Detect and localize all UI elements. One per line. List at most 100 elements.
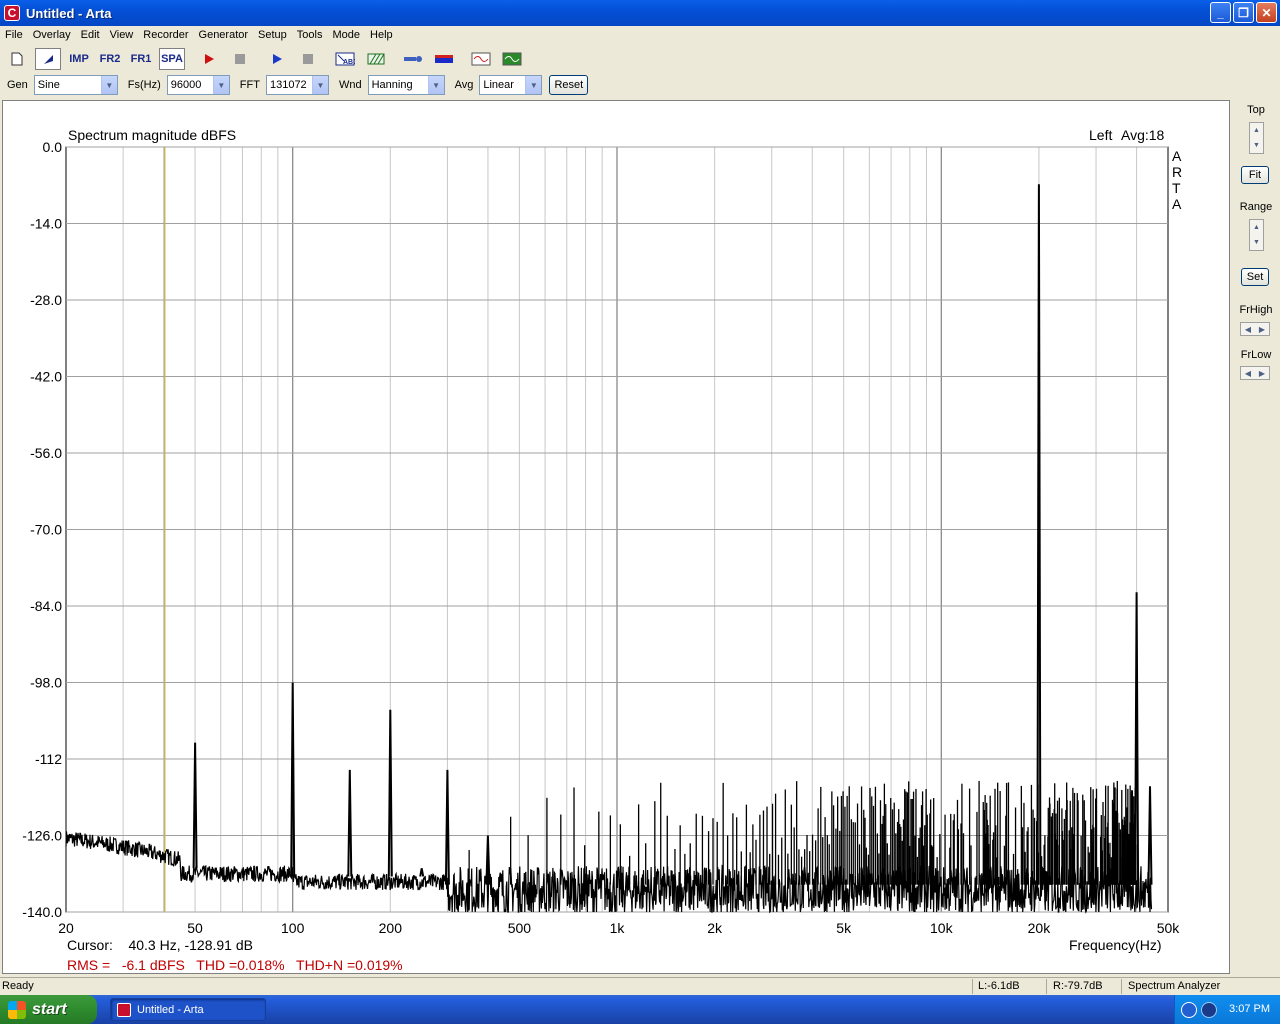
avg-select[interactable]: Linear ▼ <box>479 75 543 95</box>
y-tick-label: 0.0 <box>43 139 63 155</box>
menu-recorder[interactable]: Recorder <box>138 29 193 41</box>
toolbar: IMP FR2 FR1 SPA ABC <box>0 46 1280 72</box>
taskbar-item-arta[interactable]: Untitled - Arta <box>110 998 266 1021</box>
wnd-select[interactable]: Hanning ▼ <box>367 75 445 95</box>
gen-value: Sine <box>37 79 60 91</box>
menu-view[interactable]: View <box>105 29 139 41</box>
start-label: start <box>32 1000 67 1018</box>
spectrum-peak <box>1147 786 1153 885</box>
options-row: Gen Sine ▼ Fs(Hz) 96000 ▼ FFT 131072 ▼ W… <box>0 74 1280 96</box>
arta-icon <box>117 1002 131 1017</box>
y-tick-labels: 0.0 -14.0 -28.0 -42.0 -56.0 -70.0 -84.0 -98.0 -1… <box>22 139 62 920</box>
status-divider <box>972 979 973 994</box>
oscilloscope-red-icon[interactable] <box>468 48 494 70</box>
right-control-panel: Top ▲ ▼ Fit Range ▲ ▼ Set FrHigh ◀ ▶ FrLow … <box>1232 100 1280 974</box>
x-axis-label: Frequency(Hz) <box>1069 937 1162 953</box>
cursor-readout: Cursor: 40.3 Hz, -128.91 dB <box>67 937 253 953</box>
gen-select[interactable]: Sine ▼ <box>33 75 118 95</box>
chevron-right-icon[interactable]: ▶ <box>1259 325 1265 334</box>
fit-button[interactable]: Fit <box>1241 166 1269 184</box>
menu-generator[interactable]: Generator <box>194 29 254 41</box>
chevron-up-icon[interactable]: ▲ <box>1253 127 1260 134</box>
avg-value: Linear <box>483 79 514 91</box>
watermark-letter: A <box>1172 148 1182 164</box>
x-tick-labels: 20 50 100 200 500 1k 2k 5k 10k 20k 50k <box>58 920 1180 936</box>
menu-bar: File Overlay Edit View Recorder Generato… <box>0 26 1280 44</box>
reset-button[interactable]: Reset <box>549 75 589 95</box>
start-button[interactable]: start <box>0 995 97 1024</box>
fs-select[interactable]: 96000 ▼ <box>166 75 230 95</box>
menu-setup[interactable]: Setup <box>253 29 292 41</box>
generator-stop-icon[interactable] <box>295 48 321 70</box>
taskbar-clock: 3:07 PM <box>1229 1003 1270 1015</box>
range-spinner[interactable]: ▲ ▼ <box>1249 219 1264 251</box>
generator-play-icon[interactable] <box>264 48 290 70</box>
status-divider <box>1121 979 1122 994</box>
spectrum-chart-panel[interactable]: Spectrum magnitude dBFS Left Avg:18 A R … <box>2 100 1230 974</box>
x-tick-label: 200 <box>379 920 403 936</box>
frlow-spinner[interactable]: ◀ ▶ <box>1240 366 1270 380</box>
chevron-down-icon[interactable]: ▼ <box>1253 239 1260 246</box>
chart-title: Spectrum magnitude dBFS <box>68 127 236 143</box>
tray-app-icon[interactable] <box>1201 1002 1217 1018</box>
chevron-down-icon[interactable]: ▼ <box>311 76 328 94</box>
chevron-down-icon[interactable]: ▼ <box>100 76 117 94</box>
label-abc-icon[interactable]: ABC <box>332 48 358 70</box>
x-tick-label: 1k <box>610 920 626 936</box>
tray-expand-icon[interactable] <box>1181 1002 1197 1018</box>
spa-mode-button[interactable]: SPA <box>159 48 185 70</box>
menu-help[interactable]: Help <box>365 29 398 41</box>
probe-icon[interactable] <box>400 48 426 70</box>
arta-icon[interactable]: C <box>4 5 20 21</box>
menu-tools[interactable]: Tools <box>292 29 328 41</box>
chevron-right-icon[interactable]: ▶ <box>1259 369 1265 378</box>
maximize-button[interactable]: ❐ <box>1233 2 1254 23</box>
spectrum-chart[interactable]: Spectrum magnitude dBFS Left Avg:18 A R … <box>3 101 1231 975</box>
new-document-icon[interactable] <box>4 48 30 70</box>
menu-edit[interactable]: Edit <box>76 29 105 41</box>
menu-file[interactable]: File <box>0 29 28 41</box>
chevron-down-icon[interactable]: ▼ <box>1253 142 1260 149</box>
chevron-down-icon[interactable]: ▼ <box>525 76 542 94</box>
frlow-label: FrLow <box>1240 349 1272 361</box>
set-button[interactable]: Set <box>1241 268 1269 286</box>
x-tick-label: 2k <box>707 920 723 936</box>
frhigh-spinner[interactable]: ◀ ▶ <box>1240 322 1270 336</box>
status-right-level: R:-79.7dB <box>1053 980 1103 992</box>
gen-label: Gen <box>7 79 28 91</box>
frhigh-label: FrHigh <box>1239 304 1273 316</box>
chart-grid <box>65 146 1169 913</box>
hatch-pattern-icon[interactable] <box>363 48 389 70</box>
x-tick-label: 50 <box>187 920 203 936</box>
level-meter-icon[interactable] <box>431 48 457 70</box>
fft-select[interactable]: 131072 ▼ <box>265 75 329 95</box>
menu-overlay[interactable]: Overlay <box>28 29 76 41</box>
menu-mode[interactable]: Mode <box>327 29 365 41</box>
taskbar: start Untitled - Arta 3:07 PM <box>0 995 1280 1024</box>
record-stop-icon[interactable] <box>227 48 253 70</box>
y-tick-label: -84.0 <box>30 598 62 614</box>
status-mode: Spectrum Analyzer <box>1128 980 1221 992</box>
status-divider <box>1046 979 1047 994</box>
record-play-icon[interactable] <box>196 48 222 70</box>
oscilloscope-green-icon[interactable] <box>499 48 525 70</box>
x-tick-label: 100 <box>281 920 305 936</box>
range-label: Range <box>1239 201 1273 213</box>
y-tick-label: -56.0 <box>30 445 62 461</box>
fr2-mode-button[interactable]: FR2 <box>97 48 123 70</box>
chevron-left-icon[interactable]: ◀ <box>1245 369 1251 378</box>
svg-text:ABC: ABC <box>343 59 355 66</box>
chevron-down-icon[interactable]: ▼ <box>212 76 229 94</box>
chevron-left-icon[interactable]: ◀ <box>1245 325 1251 334</box>
y-tick-label: -140.0 <box>22 904 62 920</box>
chevron-up-icon[interactable]: ▲ <box>1253 224 1260 231</box>
imp-mode-button[interactable]: IMP <box>66 48 92 70</box>
minimize-button[interactable]: _ <box>1210 2 1231 23</box>
top-spinner[interactable]: ▲ ▼ <box>1249 122 1264 154</box>
close-button[interactable]: ✕ <box>1256 2 1277 23</box>
pointer-mode-icon[interactable] <box>35 48 61 70</box>
watermark-letter: R <box>1172 164 1182 180</box>
chevron-down-icon[interactable]: ▼ <box>427 76 444 94</box>
spectrum-peak <box>419 868 425 877</box>
fr1-mode-button[interactable]: FR1 <box>128 48 154 70</box>
